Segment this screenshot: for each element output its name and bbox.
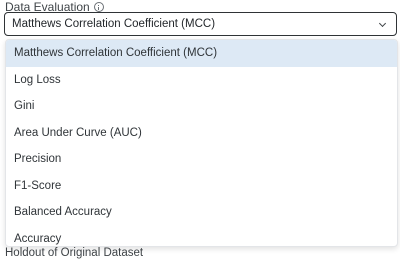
menu-item-f1-score[interactable]: F1-Score: [6, 173, 397, 200]
dropdown-menu: Matthews Correlation Coefficient (MCC) L…: [5, 39, 398, 247]
menu-item-auc[interactable]: Area Under Curve (AUC): [6, 120, 397, 147]
holdout-label: Holdout of Original Dataset: [5, 247, 144, 259]
menu-item-precision[interactable]: Precision: [6, 146, 397, 173]
chevron-down-icon[interactable]: [378, 19, 387, 28]
selected-value: Matthews Correlation Coefficient (MCC): [12, 18, 216, 30]
menu-item-mcc[interactable]: Matthews Correlation Coefficient (MCC): [6, 40, 397, 67]
menu-item-balanced-accuracy[interactable]: Balanced Accuracy: [6, 199, 397, 226]
data-evaluation-select[interactable]: Matthews Correlation Coefficient (MCC): [4, 12, 397, 36]
menu-item-accuracy[interactable]: Accuracy: [6, 226, 397, 247]
menu-item-log-loss[interactable]: Log Loss: [6, 67, 397, 94]
info-icon[interactable]: [93, 2, 104, 12]
menu-item-gini[interactable]: Gini: [6, 93, 397, 120]
